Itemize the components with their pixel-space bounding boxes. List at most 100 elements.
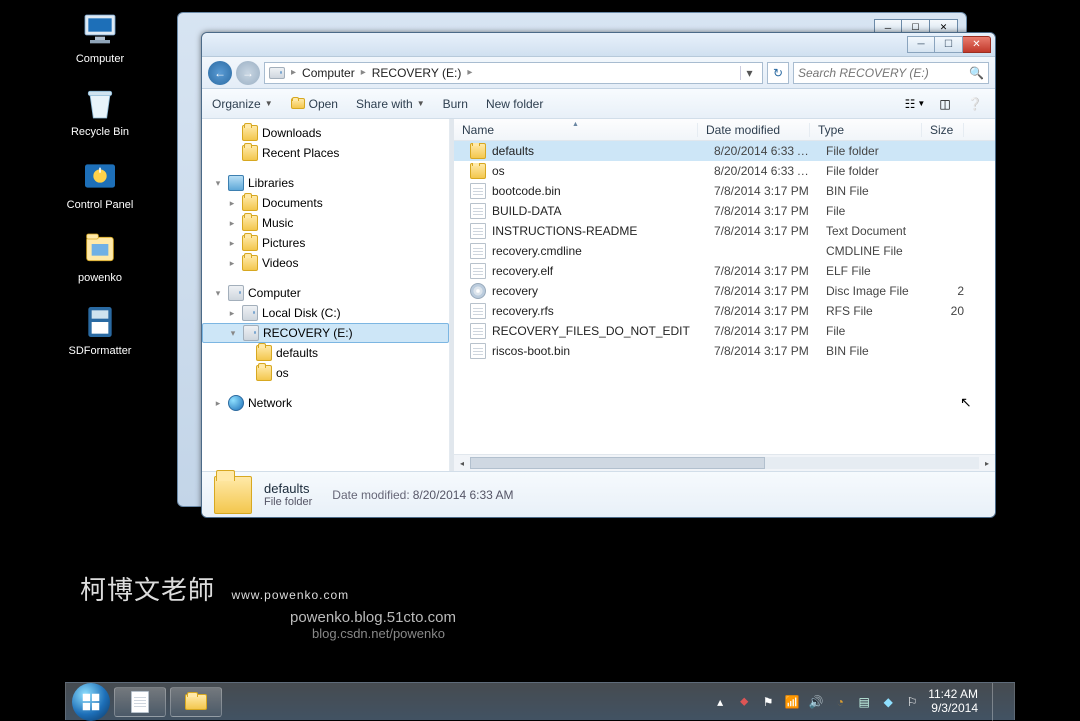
doc-icon [470,323,486,339]
search-box[interactable]: 🔍 [793,62,989,84]
tray-show-hidden-icon[interactable]: ▴ [712,694,728,710]
tray-app-icon[interactable]: ◔ [832,694,848,710]
new-folder-button[interactable]: New folder [486,97,543,111]
tray-network-icon[interactable]: 📶 [784,694,800,710]
start-button[interactable] [72,683,110,721]
file-date: 7/8/2014 3:17 PM [706,304,818,318]
tree-item-libraries[interactable]: ▾Libraries [202,173,449,193]
tree-item-music[interactable]: ▸Music [202,213,449,233]
tree-expander-icon[interactable]: ▸ [226,308,238,319]
computer-icon [80,10,120,50]
file-size: 2 [930,284,972,298]
tree-expander-icon[interactable]: ▸ [226,238,238,249]
navigation-pane[interactable]: DownloadsRecent Places ▾Libraries▸Documen… [202,119,450,471]
tree-expander-icon[interactable]: ▾ [212,288,224,299]
tray-volume-icon[interactable]: 🔊 [808,694,824,710]
column-date-modified[interactable]: Date modified [698,123,810,137]
desktop-icon-recycle-bin[interactable]: Recycle Bin [60,83,140,138]
refresh-button[interactable]: ↻ [767,62,789,84]
title-bar[interactable]: ─ ☐ ✕ [202,33,995,57]
file-name: recovery.rfs [492,304,554,318]
breadcrumb-recovery[interactable]: RECOVERY (E:) [372,66,462,80]
tree-item-downloads[interactable]: Downloads [202,123,449,143]
tree-item-recovery-e-[interactable]: ▾RECOVERY (E:) [202,323,449,343]
lib-icon [228,175,244,191]
file-row[interactable]: INSTRUCTIONS-README7/8/2014 3:17 PMText … [454,221,995,241]
help-button[interactable]: ❔ [965,94,985,114]
preview-pane-button[interactable]: ◫ [935,94,955,114]
doc-icon [470,183,486,199]
tree-item-computer[interactable]: ▾Computer [202,283,449,303]
desktop-icon-computer[interactable]: Computer [60,10,140,65]
scroll-right-button[interactable]: ▸ [979,455,995,471]
file-list[interactable]: defaults8/20/2014 6:33 AMFile folderos8/… [454,141,995,454]
tree-item-documents[interactable]: ▸Documents [202,193,449,213]
show-desktop-button[interactable] [992,683,1002,721]
horizontal-scrollbar[interactable]: ◂ ▸ [454,454,995,471]
search-input[interactable] [798,66,969,80]
scroll-thumb[interactable] [470,457,765,469]
minimize-button[interactable]: ─ [907,36,935,53]
desktop-icon-powenko[interactable]: powenko [60,229,140,284]
tree-expander-icon[interactable]: ▾ [212,178,224,189]
tree-expander-icon[interactable]: ▸ [226,198,238,209]
file-row[interactable]: recovery7/8/2014 3:17 PMDisc Image File2 [454,281,995,301]
desktop-icon-control-panel[interactable]: Control Panel [60,156,140,211]
folder-icon [242,145,258,161]
file-row[interactable]: os8/20/2014 6:33 AMFile folder [454,161,995,181]
tree-item-videos[interactable]: ▸Videos [202,253,449,273]
breadcrumb-computer[interactable]: Computer [302,66,355,80]
tree-expander-icon[interactable]: ▸ [226,218,238,229]
close-button[interactable]: ✕ [963,36,991,53]
maximize-button[interactable]: ☐ [935,36,963,53]
nav-forward-button[interactable]: → [236,61,260,85]
taskbar-item-notepad[interactable] [114,687,166,717]
desktop-icon-sdformatter[interactable]: SDFormatter [60,302,140,357]
tray-app3-icon[interactable]: ◆ [880,694,896,710]
taskbar-clock[interactable]: 11:42 AM 9/3/2014 [928,688,978,716]
column-type[interactable]: Type [810,123,922,137]
search-icon[interactable]: 🔍 [969,66,984,80]
details-type: File folder [264,496,312,508]
tree-item-local-disk-c-[interactable]: ▸Local Disk (C:) [202,303,449,323]
file-date: 7/8/2014 3:17 PM [706,284,818,298]
tree-expander-icon[interactable]: ▾ [227,328,239,339]
powenko-icon [80,229,120,269]
scroll-left-button[interactable]: ◂ [454,455,470,471]
tree-item-defaults[interactable]: defaults [202,343,449,363]
tray-security-icon[interactable]: ⬥ [736,694,752,710]
tray-app4-icon[interactable]: ⚐ [904,694,920,710]
tree-item-pictures[interactable]: ▸Pictures [202,233,449,253]
folder-icon [256,345,272,361]
file-row[interactable]: bootcode.bin7/8/2014 3:17 PMBIN File [454,181,995,201]
tray-action-center-icon[interactable]: ⚑ [760,694,776,710]
tray-app2-icon[interactable]: ▤ [856,694,872,710]
taskbar-item-explorer[interactable] [170,687,222,717]
view-options-button[interactable]: ☷ ▼ [905,94,925,114]
folder-icon [470,163,486,179]
file-row[interactable]: recovery.cmdlineCMDLINE File [454,241,995,261]
tree-item-os[interactable]: os [202,363,449,383]
sdformatter-icon [80,302,120,342]
tree-item-recent-places[interactable]: Recent Places [202,143,449,163]
organize-button[interactable]: Organize▼ [212,97,273,111]
tree-expander-icon[interactable]: ▸ [226,258,238,269]
file-row[interactable]: defaults8/20/2014 6:33 AMFile folder [454,141,995,161]
column-size[interactable]: Size [922,123,964,137]
open-button[interactable]: Open [291,97,338,111]
tree-item-network[interactable]: ▸Network [202,393,449,413]
share-with-button[interactable]: Share with▼ [356,97,425,111]
burn-button[interactable]: Burn [443,97,468,111]
address-dropdown-button[interactable]: ▾ [740,66,758,80]
file-row[interactable]: RECOVERY_FILES_DO_NOT_EDIT7/8/2014 3:17 … [454,321,995,341]
nav-back-button[interactable]: ← [208,61,232,85]
file-type: RFS File [818,304,930,318]
file-row[interactable]: BUILD-DATA7/8/2014 3:17 PMFile [454,201,995,221]
file-row[interactable]: recovery.elf7/8/2014 3:17 PMELF File [454,261,995,281]
column-name[interactable]: Name [454,123,698,137]
address-bar[interactable]: ▸ Computer ▸ RECOVERY (E:) ▸ ▾ [264,62,763,84]
file-row[interactable]: riscos-boot.bin7/8/2014 3:17 PMBIN File [454,341,995,361]
tree-expander-icon[interactable]: ▸ [212,398,224,409]
file-type: File [818,204,930,218]
file-row[interactable]: recovery.rfs7/8/2014 3:17 PMRFS File20 [454,301,995,321]
